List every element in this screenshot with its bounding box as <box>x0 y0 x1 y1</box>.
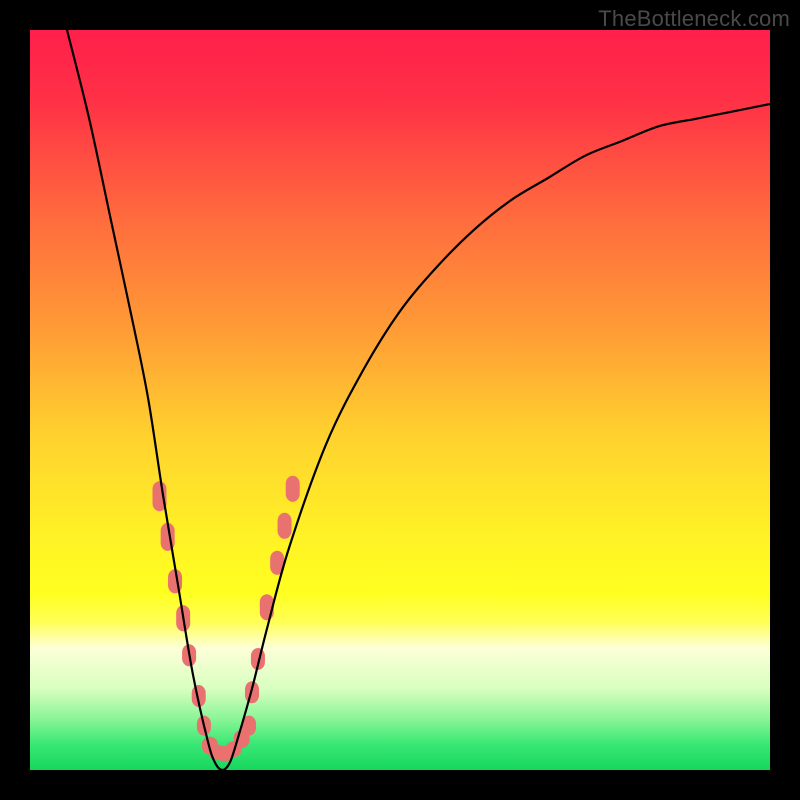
curve-layer <box>30 30 770 770</box>
chart-frame: TheBottleneck.com <box>0 0 800 800</box>
plot-area <box>30 30 770 770</box>
watermark-text: TheBottleneck.com <box>598 6 790 32</box>
curve-marker <box>286 476 300 502</box>
marker-group <box>153 476 300 762</box>
bottleneck-curve <box>67 30 770 770</box>
curve-marker <box>278 513 292 539</box>
